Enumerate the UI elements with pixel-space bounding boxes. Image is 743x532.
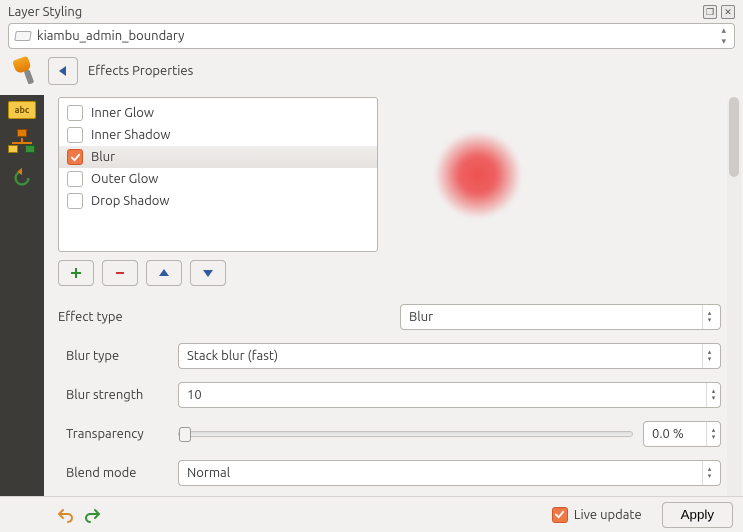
- blend-mode-label: Blend mode: [66, 466, 166, 480]
- list-item: Inner Shadow: [59, 124, 377, 146]
- left-tool-rail: abc: [0, 95, 44, 515]
- list-item-label: Drop Shadow: [91, 194, 169, 208]
- labels-tab-icon[interactable]: abc: [8, 101, 36, 119]
- add-effect-button[interactable]: [58, 260, 94, 286]
- undo-button[interactable]: [54, 504, 76, 526]
- chevron-up-down-icon: ▴▾: [719, 25, 728, 47]
- chevron-up-down-icon: ▴▾: [702, 344, 716, 368]
- symbology-brush-icon: [8, 58, 38, 84]
- remove-effect-button[interactable]: [102, 260, 138, 286]
- move-down-button[interactable]: [190, 260, 226, 286]
- transparency-slider[interactable]: [178, 431, 633, 437]
- list-item: Outer Glow: [59, 168, 377, 190]
- effect-type-value: Blur: [409, 310, 702, 324]
- checkbox-blur[interactable]: [67, 149, 83, 165]
- chevron-up-down-icon: ▴▾: [702, 461, 716, 485]
- live-update-checkbox[interactable]: [552, 507, 568, 523]
- redo-icon: [85, 507, 101, 523]
- undo-icon: [57, 507, 73, 523]
- list-item-label: Inner Glow: [91, 106, 154, 120]
- effects-list[interactable]: Inner Glow Inner Shadow Blur Outer Glow: [58, 97, 378, 252]
- list-item-label: Outer Glow: [91, 172, 158, 186]
- transparency-value: 0.0 %: [652, 427, 706, 441]
- list-item: Drop Shadow: [59, 190, 377, 212]
- blur-type-value: Stack blur (fast): [187, 349, 702, 363]
- blur-strength-spin[interactable]: 10 ▴▾: [178, 382, 721, 408]
- effect-preview: [398, 97, 721, 252]
- preview-blur-blob-icon: [434, 131, 522, 219]
- minus-icon: [113, 266, 127, 280]
- restore-window-icon[interactable]: ❐: [703, 5, 717, 19]
- list-item-label: Inner Shadow: [91, 128, 170, 142]
- close-window-icon[interactable]: ✕: [721, 5, 735, 19]
- polygon-layer-icon: [14, 31, 31, 41]
- list-item: Inner Glow: [59, 102, 377, 124]
- blend-mode-select[interactable]: Normal ▴▾: [178, 460, 721, 486]
- triangle-left-icon: [57, 65, 69, 77]
- move-up-button[interactable]: [146, 260, 182, 286]
- transparency-label: Transparency: [66, 427, 166, 441]
- spin-arrows-icon[interactable]: ▴▾: [706, 422, 720, 446]
- blur-type-select[interactable]: Stack blur (fast) ▴▾: [178, 343, 721, 369]
- blur-type-label: Blur type: [66, 349, 166, 363]
- panel-title: Layer Styling: [8, 5, 703, 19]
- slider-thumb[interactable]: [179, 427, 191, 442]
- checkbox-outer-glow[interactable]: [67, 171, 83, 187]
- scrollbar-thumb[interactable]: [729, 97, 739, 177]
- list-item: Blur: [59, 146, 377, 168]
- apply-button[interactable]: Apply: [662, 502, 733, 528]
- checkbox-inner-shadow[interactable]: [67, 127, 83, 143]
- effects-properties-label: Effects Properties: [88, 64, 193, 78]
- blur-strength-value: 10: [187, 388, 706, 402]
- plus-icon: [69, 266, 83, 280]
- list-item-label: Blur: [91, 150, 115, 164]
- checkbox-inner-glow[interactable]: [67, 105, 83, 121]
- spin-arrows-icon[interactable]: ▴▾: [706, 383, 720, 407]
- check-icon: [70, 152, 81, 163]
- checkbox-drop-shadow[interactable]: [67, 193, 83, 209]
- layer-selector[interactable]: kiambu_admin_boundary ▴▾: [8, 23, 735, 49]
- triangle-down-icon: [201, 266, 215, 280]
- chevron-up-down-icon: ▴▾: [702, 305, 716, 329]
- transparency-spin[interactable]: 0.0 % ▴▾: [643, 421, 721, 447]
- redo-button[interactable]: [82, 504, 104, 526]
- live-update-label: Live update: [574, 508, 642, 522]
- effect-type-select[interactable]: Blur ▴▾: [400, 304, 721, 330]
- history-tab-icon[interactable]: [11, 167, 33, 192]
- check-icon: [554, 509, 565, 520]
- back-button[interactable]: [48, 57, 78, 85]
- vertical-scrollbar[interactable]: [727, 97, 741, 513]
- triangle-up-icon: [157, 266, 171, 280]
- blend-mode-value: Normal: [187, 466, 702, 480]
- blur-strength-label: Blur strength: [66, 388, 166, 402]
- layer-selector-value: kiambu_admin_boundary: [37, 29, 719, 43]
- effect-type-label: Effect type: [58, 310, 144, 324]
- hierarchy-tab-icon[interactable]: [8, 129, 36, 157]
